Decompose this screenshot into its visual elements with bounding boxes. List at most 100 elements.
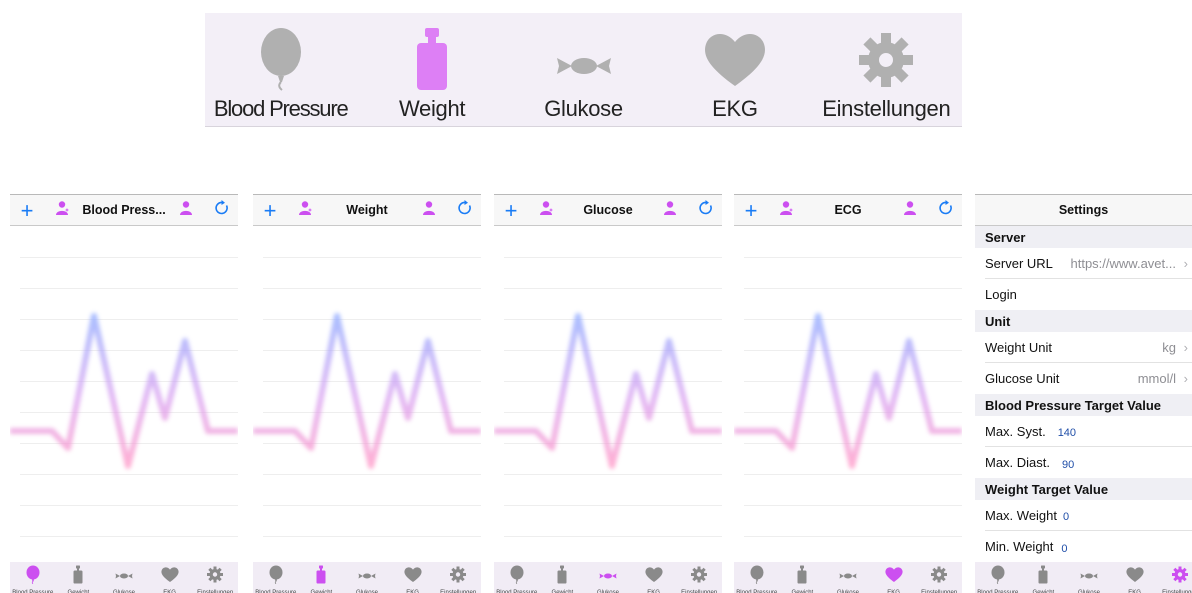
mini-tab-label: Glukose xyxy=(355,590,378,593)
max-diast-field[interactable]: 90 xyxy=(1062,459,1074,471)
mini-tab-label: Blood Pressure xyxy=(496,590,538,593)
mini-tab-3[interactable]: EKG xyxy=(1112,562,1158,593)
balloon-icon xyxy=(747,565,767,589)
tab-bar: Blood Pressure Gewicht Glukose EKG Einstellu… xyxy=(494,562,722,593)
screen-settings: Settings Server Server URL https://www.a… xyxy=(975,194,1192,593)
add-button[interactable]: + xyxy=(258,195,282,226)
user-button[interactable] xyxy=(174,195,198,226)
mini-tab-2[interactable]: Glukose xyxy=(1066,562,1112,593)
ecg-placeholder-graphic xyxy=(10,313,238,469)
user-button[interactable] xyxy=(898,195,922,226)
screen-glucose: + Glucose Blood Pressure Gewicht Glukose EK… xyxy=(494,194,722,593)
page-title: Weight xyxy=(346,203,388,217)
tab-glukose[interactable]: Glukose xyxy=(508,13,659,126)
ecg-placeholder-graphic xyxy=(253,313,481,469)
add-person-icon xyxy=(54,200,70,221)
login-row[interactable]: Login xyxy=(985,279,1192,310)
max-weight-row[interactable]: Max. Weight 0 xyxy=(985,500,1192,531)
tab-einstellungen[interactable]: Einstellungen xyxy=(811,13,962,126)
mini-tab-2[interactable]: Glukose xyxy=(344,562,390,593)
screen-weight: + Weight Blood Pressure Gewicht Glukose EKG… xyxy=(253,194,481,593)
add-button[interactable]: + xyxy=(15,195,39,226)
balloon-icon xyxy=(23,565,43,589)
mini-tab-4[interactable]: Einstellungen xyxy=(916,562,962,593)
tab-label: Weight xyxy=(398,96,466,121)
mini-tab-0[interactable]: Blood Pressure xyxy=(10,562,56,593)
add-user-button[interactable] xyxy=(534,195,558,226)
chart-placeholder xyxy=(734,226,962,562)
max-syst-row[interactable]: Max. Syst. 140 xyxy=(985,416,1192,447)
mini-tab-3[interactable]: EKG xyxy=(147,562,193,593)
heart-icon xyxy=(704,33,765,86)
tab-blood-pressure[interactable]: Blood Pressure xyxy=(205,13,356,126)
plus-icon: + xyxy=(744,197,758,223)
add-person-icon xyxy=(778,200,794,221)
add-button[interactable]: + xyxy=(739,195,763,226)
max-syst-field[interactable]: 140 xyxy=(1058,427,1076,439)
mini-tab-4[interactable]: Einstellungen xyxy=(1157,562,1192,593)
min-weight-row[interactable]: Min. Weight 0 xyxy=(985,531,1192,562)
user-button[interactable] xyxy=(658,195,682,226)
refresh-icon xyxy=(938,200,954,221)
mini-tab-2[interactable]: Glukose xyxy=(585,562,631,593)
chevron-right-icon: › xyxy=(1183,255,1188,271)
mini-tab-0[interactable]: Blood Pressure xyxy=(494,562,540,593)
add-button[interactable]: + xyxy=(499,195,523,226)
mini-tab-label: Einstellungen xyxy=(197,590,234,593)
user-button[interactable] xyxy=(417,195,441,226)
refresh-button[interactable] xyxy=(934,195,958,226)
tab-bar: Blood Pressure Gewicht Glukose EKG Einstellu… xyxy=(10,562,238,593)
balloon-icon xyxy=(266,565,286,589)
mini-tab-3[interactable]: EKG xyxy=(390,562,436,593)
mini-tab-0[interactable]: Blood Pressure xyxy=(253,562,299,593)
row-label: Glucose Unit xyxy=(985,371,1060,386)
mini-tab-label: Gewicht xyxy=(1032,590,1055,593)
ecg-placeholder-graphic xyxy=(734,313,962,469)
candy-icon xyxy=(556,58,611,74)
mini-tab-label: EKG xyxy=(887,590,900,593)
row-label: Max. Weight xyxy=(985,507,1058,523)
page-title: ECG xyxy=(834,203,862,217)
tab-ekg[interactable]: EKG xyxy=(659,13,810,126)
mini-tab-label: EKG xyxy=(406,590,419,593)
mini-tab-label: Gewicht xyxy=(310,590,333,593)
mini-tab-3[interactable]: EKG xyxy=(631,562,677,593)
row-label: Server URL xyxy=(985,255,1053,271)
mini-tab-2[interactable]: Glukose xyxy=(825,562,871,593)
min-weight-field[interactable]: 0 xyxy=(1061,543,1067,555)
gear-icon xyxy=(689,565,709,589)
mini-tab-4[interactable]: Einstellungen xyxy=(435,562,481,593)
mini-tab-label: Glukose xyxy=(1077,590,1100,593)
add-person-icon xyxy=(297,200,313,221)
max-weight-field[interactable]: 0 xyxy=(1063,511,1069,523)
mini-tab-2[interactable]: Glukose xyxy=(101,562,147,593)
add-user-button[interactable] xyxy=(293,195,317,226)
refresh-button[interactable] xyxy=(210,195,234,226)
mini-tab-1[interactable]: Gewicht xyxy=(56,562,102,593)
mini-tab-1[interactable]: Gewicht xyxy=(299,562,345,593)
balloon-icon xyxy=(260,28,301,91)
tab-bar: Blood Pressure Gewicht Glukose EKG Einstellu… xyxy=(975,562,1192,593)
mini-tab-0[interactable]: Blood Pressure xyxy=(975,562,1021,593)
mini-tab-label: EKG xyxy=(647,590,660,593)
glucose-unit-row[interactable]: Glucose Unit mmol/l › xyxy=(985,363,1192,394)
mini-tab-3[interactable]: EKG xyxy=(871,562,917,593)
mini-tab-1[interactable]: Gewicht xyxy=(780,562,826,593)
nav-bar: + Weight xyxy=(253,194,481,226)
weight-unit-row[interactable]: Weight Unit kg › xyxy=(985,332,1192,363)
mini-tab-label: Blood Pressure xyxy=(736,590,778,593)
add-user-button[interactable] xyxy=(774,195,798,226)
mini-tab-0[interactable]: Blood Pressure xyxy=(734,562,780,593)
max-diast-row[interactable]: Max. Diast. 90 xyxy=(985,447,1192,478)
mini-tab-1[interactable]: Gewicht xyxy=(1021,562,1067,593)
refresh-button[interactable] xyxy=(694,195,718,226)
tab-weight[interactable]: Weight xyxy=(356,13,507,126)
add-user-button[interactable] xyxy=(50,195,74,226)
mini-tab-label: Blood Pressure xyxy=(255,590,297,593)
mini-tab-1[interactable]: Gewicht xyxy=(540,562,586,593)
mini-tab-4[interactable]: Einstellungen xyxy=(192,562,238,593)
gear-icon xyxy=(205,565,225,589)
refresh-button[interactable] xyxy=(453,195,477,226)
mini-tab-4[interactable]: Einstellungen xyxy=(676,562,722,593)
server-url-row[interactable]: Server URL https://www.avet... › xyxy=(985,248,1192,279)
